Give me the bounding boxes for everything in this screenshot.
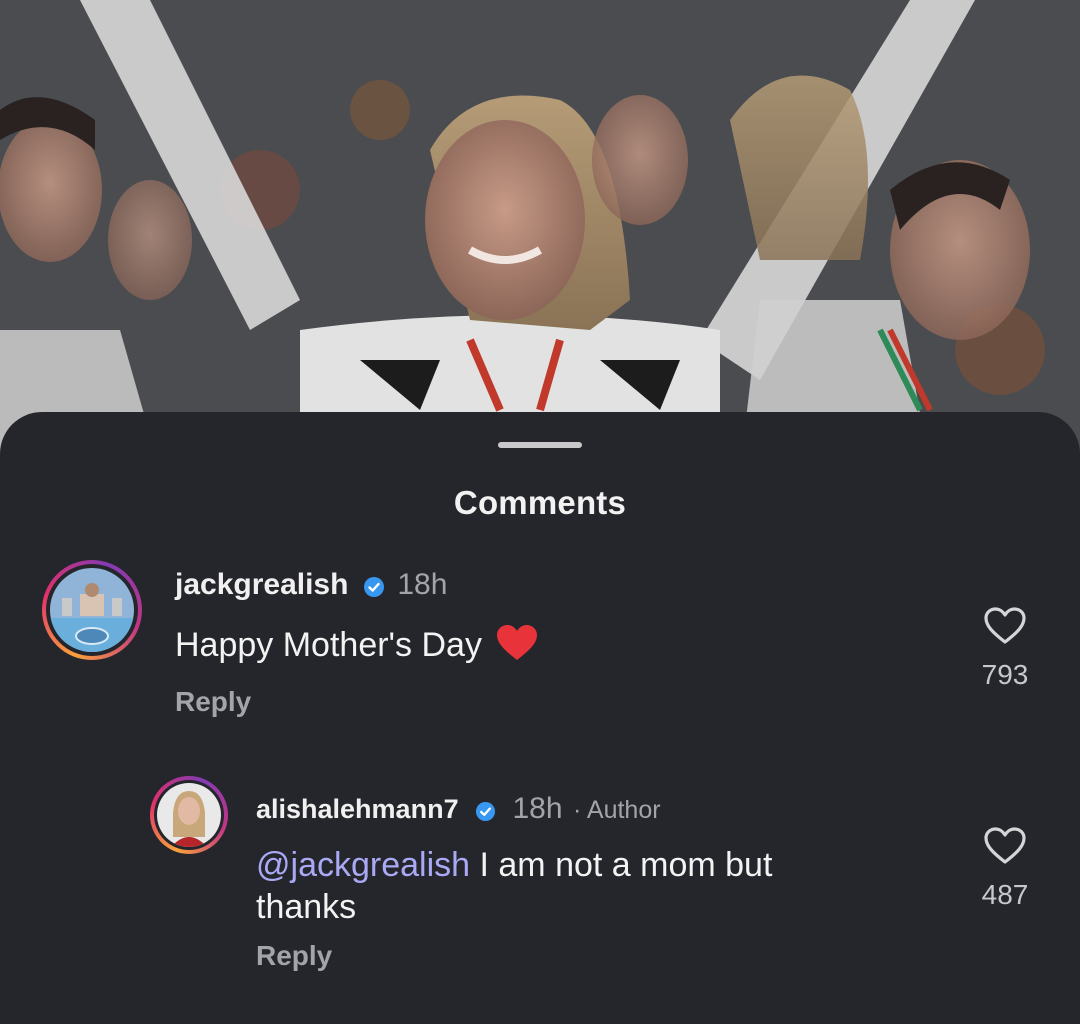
reply-comment-item: alishalehmann7 18h · Author @jackgrealis…	[0, 774, 1080, 1014]
reply-button[interactable]: Reply	[175, 686, 251, 717]
like-column: 487	[965, 826, 1045, 911]
verified-badge-icon	[363, 576, 385, 603]
comments-sheet: Comments jackgrealish 18h Happy Mother's…	[0, 412, 1080, 1024]
comment-item: jackgrealish 18h Happy Mother's Day Repl…	[0, 552, 1080, 722]
sheet-title: Comments	[453, 484, 627, 521]
red-heart-emoji	[496, 624, 538, 667]
verified-badge-icon	[475, 801, 496, 827]
avatar[interactable]	[42, 560, 142, 660]
like-count: 793	[981, 659, 1029, 690]
heart-outline-icon[interactable]	[983, 826, 1027, 871]
author-label: · Author	[573, 796, 661, 824]
avatar[interactable]	[150, 776, 228, 854]
avatar-photo	[157, 783, 221, 847]
comment-username[interactable]: jackgrealish	[175, 568, 348, 601]
comment-time: 18h	[397, 568, 448, 601]
avatar-photo	[50, 568, 134, 652]
comment-text: Happy Mother's Day	[175, 626, 482, 664]
like-count: 487	[981, 879, 1029, 910]
comment-time: 18h	[512, 792, 563, 825]
reply-button[interactable]: Reply	[256, 940, 332, 971]
sheet-drag-handle[interactable]	[498, 442, 582, 448]
comment-username[interactable]: alishalehmann7	[256, 794, 459, 824]
heart-outline-icon[interactable]	[983, 606, 1027, 651]
post-photo	[0, 0, 1080, 470]
comment-mention[interactable]: @jackgrealish	[256, 846, 470, 884]
like-column: 793	[965, 606, 1045, 691]
